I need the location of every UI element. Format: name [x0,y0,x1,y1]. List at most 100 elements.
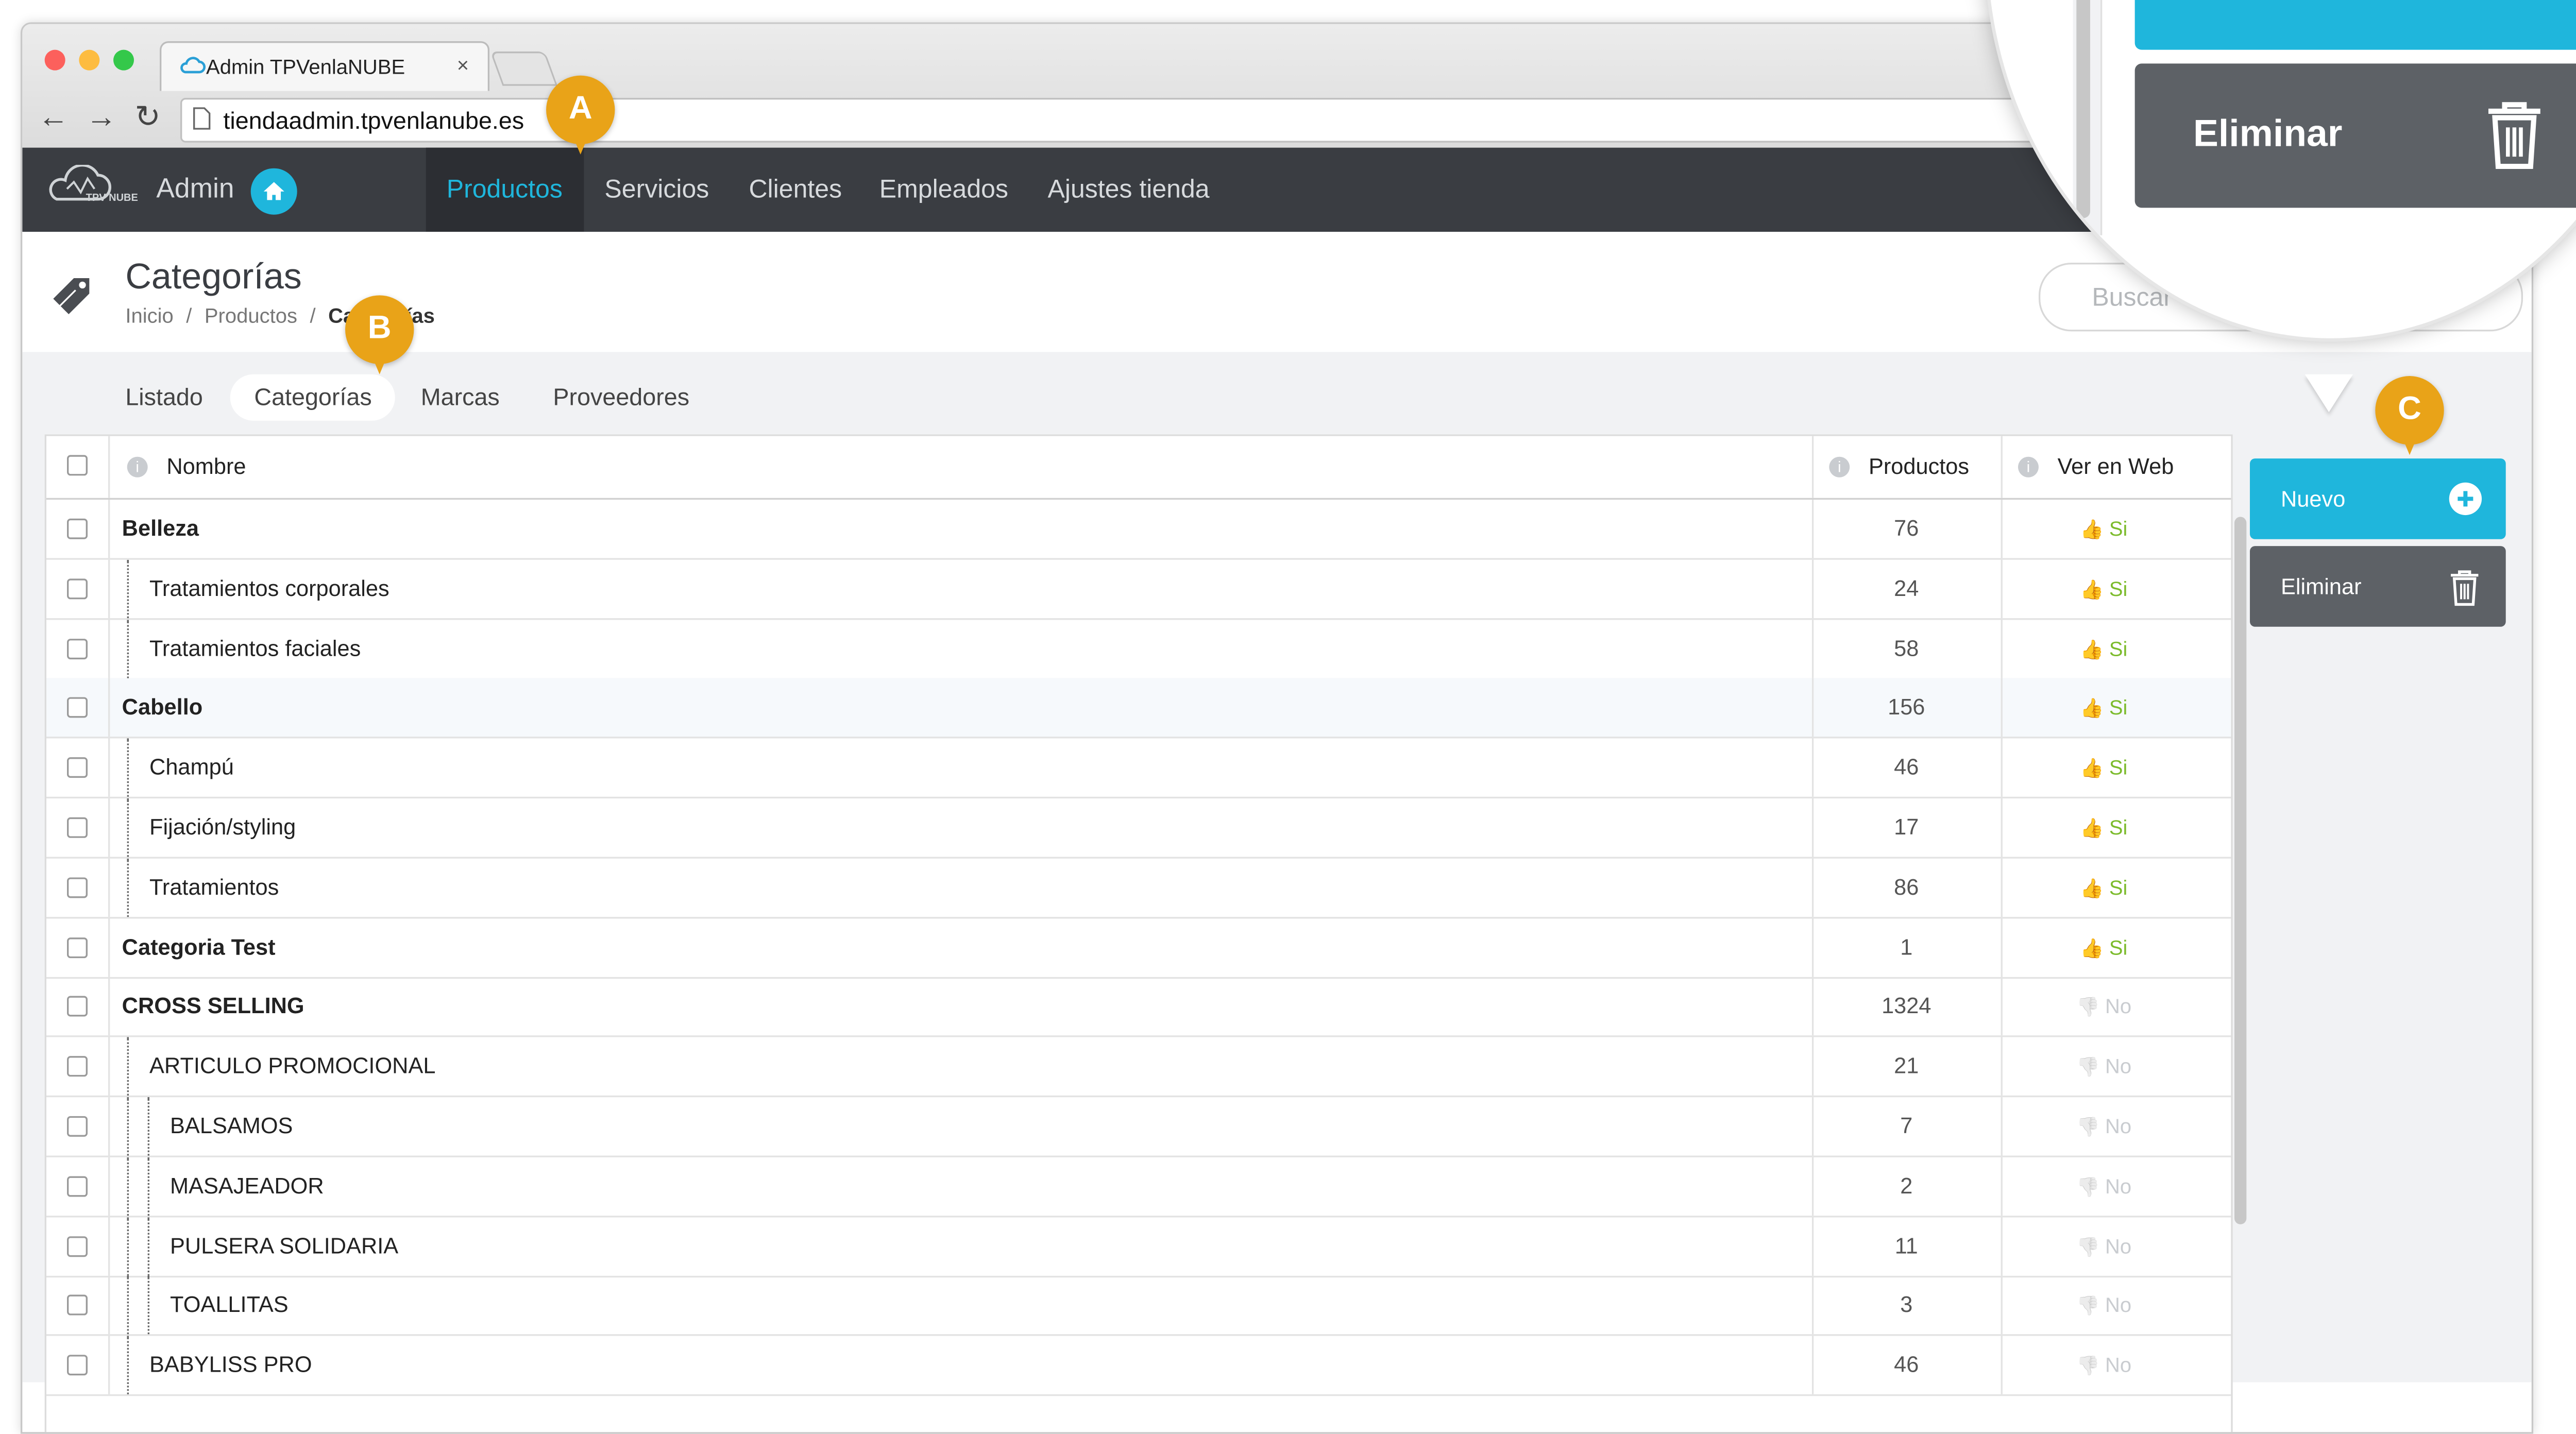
reload-icon[interactable]: ↻ [130,99,165,135]
web-visible-status[interactable]: 👍 Si [2001,619,2207,679]
web-hidden-status[interactable]: 👎 No [2001,1336,2207,1396]
subtab-proveedores[interactable]: Proveedores [529,374,714,421]
table-row[interactable]: Champú 46 👍 Si [46,739,2231,799]
row-checkbox[interactable] [67,697,88,719]
breadcrumb-productos[interactable]: Productos [205,304,297,328]
column-divider [108,798,110,857]
table-row[interactable]: BABYLISS PRO 46 👎 No [46,1336,2231,1396]
row-checkbox[interactable] [67,996,88,1017]
nav-item-productos[interactable]: Productos [426,147,583,232]
web-hidden-status[interactable]: 👎 No [2001,978,2207,1038]
breadcrumb-inicio[interactable]: Inicio [125,304,173,328]
magnified-delete-button[interactable]: Eliminar [2134,63,2576,208]
new-tab-button[interactable] [490,52,558,86]
web-hidden-status[interactable]: 👎 No [2001,1276,2207,1337]
table-row[interactable]: Categoria Test 1 👍 Si [46,918,2231,978]
category-name[interactable]: ARTICULO PROMOCIONAL [149,1037,435,1096]
row-checkbox[interactable] [67,518,88,539]
table-row[interactable]: Belleza 76 👍 Si [46,500,2231,560]
web-hidden-status[interactable]: 👎 No [2001,1037,2207,1098]
table-row[interactable]: Fijación/styling 17 👍 Si [46,798,2231,859]
category-name[interactable]: Tratamientos corporales [149,559,389,618]
table-scrollbar[interactable] [2234,517,2247,1224]
tag-icon [50,273,98,326]
row-checkbox[interactable] [67,1295,88,1316]
table-row[interactable]: MASAJEADOR 2 👎 No [46,1157,2231,1217]
category-name[interactable]: Cabello [122,679,203,737]
browser-tab[interactable]: Admin TPVenlaNUBE × [160,41,490,91]
category-name[interactable]: Tratamientos [149,858,279,916]
row-checkbox[interactable] [67,578,88,599]
table-row[interactable]: BALSAMOS 7 👎 No [46,1097,2231,1157]
row-checkbox[interactable] [67,1175,88,1197]
web-visible-status[interactable]: 👍 Si [2001,500,2207,560]
close-window-button[interactable] [44,49,65,71]
nav-item-empleados[interactable]: Empleados [859,148,1029,232]
row-checkbox[interactable] [67,757,88,778]
web-visible-status[interactable]: 👍 Si [2001,739,2207,799]
home-icon [263,182,284,200]
category-name[interactable]: Tratamientos faciales [149,619,361,677]
delete-button[interactable]: Eliminar [2250,546,2506,627]
new-button[interactable]: Nuevo [2250,458,2506,539]
tab-close-icon[interactable]: × [457,53,469,77]
web-hidden-status[interactable]: 👎 No [2001,1217,2207,1277]
home-button[interactable] [250,168,297,215]
table-row[interactable]: PULSERA SOLIDARIA 11 👎 No [46,1217,2231,1277]
nav-item-ajustes-tienda[interactable]: Ajustes tienda [1027,148,1230,232]
web-visible-status[interactable]: 👍 Si [2001,918,2207,978]
web-hidden-status[interactable]: 👎 No [2001,1097,2207,1157]
table-row[interactable]: ARTICULO PROMOCIONAL 21 👎 No [46,1037,2231,1098]
thumbs-up-icon: 👍 [2080,580,2109,601]
subtab-listado[interactable]: Listado [101,374,227,421]
column-header-nombre[interactable]: Nombre [166,436,246,498]
row-checkbox[interactable] [67,877,88,898]
row-checkbox[interactable] [67,1235,88,1256]
category-name[interactable]: Categoria Test [122,918,276,976]
category-name[interactable]: BALSAMOS [170,1097,293,1155]
category-name[interactable]: PULSERA SOLIDARIA [170,1217,398,1275]
column-divider [108,1037,110,1096]
row-checkbox[interactable] [67,936,88,958]
table-row[interactable]: TOALLITAS 3 👎 No [46,1276,2231,1337]
web-visible-status[interactable]: 👍 Si [2001,798,2207,859]
subtab-marcas[interactable]: Marcas [397,374,523,421]
category-name[interactable]: CROSS SELLING [122,978,304,1036]
category-name[interactable]: Champú [149,739,234,797]
minimize-window-button[interactable] [79,49,100,71]
category-name[interactable]: TOALLITAS [170,1276,289,1335]
web-status-label: Si [2109,696,2128,721]
select-all-checkbox[interactable] [67,455,88,476]
product-count: 156 [1888,694,1925,721]
row-checkbox[interactable] [67,1056,88,1077]
maximize-window-button[interactable] [113,49,134,71]
column-header-productos[interactable]: Productos [1869,436,1969,498]
web-visible-status[interactable]: 👍 Si [2001,559,2207,620]
row-checkbox[interactable] [67,638,88,659]
product-count: 1324 [1882,993,1931,1019]
subtab-categorias[interactable]: Categorías [230,374,396,421]
web-visible-status[interactable]: 👍 Si [2001,679,2207,739]
row-checkbox[interactable] [67,1355,88,1376]
column-header-ver-en-web[interactable]: Ver en Web [2058,436,2174,498]
forward-arrow-icon[interactable]: → [84,99,118,135]
row-checkbox[interactable] [67,1116,88,1137]
magnified-new-button[interactable] [2134,0,2576,50]
table-row[interactable]: Tratamientos faciales 58 👍 Si [46,619,2231,679]
thumbs-up-icon: 👍 [2080,879,2109,900]
table-row[interactable]: CROSS SELLING 1324 👎 No [46,978,2231,1038]
table-row[interactable]: Tratamientos 86 👍 Si [46,858,2231,918]
back-arrow-icon[interactable]: ← [36,99,71,135]
category-name[interactable]: BABYLISS PRO [149,1336,312,1394]
category-name[interactable]: MASAJEADOR [170,1157,324,1215]
category-name[interactable]: Fijación/styling [149,798,296,857]
category-name[interactable]: Belleza [122,500,199,558]
table-row[interactable]: Tratamientos corporales 24 👍 Si [46,559,2231,620]
nav-item-clientes[interactable]: Clientes [728,148,862,232]
nav-item-servicios[interactable]: Servicios [584,148,730,232]
table-row[interactable]: Cabello 156 👍 Si [46,679,2231,739]
web-hidden-status[interactable]: 👎 No [2001,1157,2207,1217]
tree-guide-line [127,1217,129,1275]
web-visible-status[interactable]: 👍 Si [2001,858,2207,918]
row-checkbox[interactable] [67,817,88,838]
